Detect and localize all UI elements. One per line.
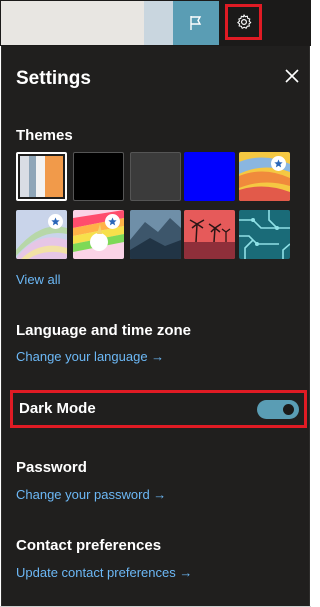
gear-icon xyxy=(236,14,251,29)
theme-sunset-waves[interactable] xyxy=(239,152,290,201)
theme-rainbow-unicorn[interactable] xyxy=(73,210,124,259)
close-button[interactable] xyxy=(282,66,302,86)
update-contact-link[interactable]: Update contact preferences → xyxy=(16,565,192,580)
theme-mountains[interactable] xyxy=(130,210,181,259)
theme-pastel-swirl[interactable] xyxy=(16,210,67,259)
contact-heading: Contact preferences xyxy=(16,537,162,554)
palm-trees-image xyxy=(184,210,235,259)
toggle-knob xyxy=(283,404,294,415)
premium-badge-icon xyxy=(48,214,63,229)
change-password-link[interactable]: Change your password → xyxy=(16,487,166,502)
dark-mode-row: Dark Mode xyxy=(10,390,307,428)
settings-panel: Settings Themes View all Language and ti… xyxy=(1,46,310,606)
themes-heading: Themes xyxy=(16,127,73,144)
dark-mode-toggle[interactable] xyxy=(257,400,299,419)
header-search-area xyxy=(1,1,144,45)
theme-circuit[interactable] xyxy=(239,210,290,259)
view-all-themes-link[interactable]: View all xyxy=(16,272,61,287)
flag-icon xyxy=(190,16,202,30)
top-bar xyxy=(0,0,311,46)
premium-badge-icon xyxy=(271,156,286,171)
theme-black[interactable] xyxy=(73,152,124,201)
theme-dark-gray[interactable] xyxy=(130,152,181,201)
close-icon xyxy=(285,69,299,83)
premium-badge-icon xyxy=(105,214,120,229)
panel-title: Settings xyxy=(16,68,91,89)
circuit-image xyxy=(239,210,290,259)
stripes-pattern xyxy=(20,156,63,197)
change-language-link[interactable]: Change your language → xyxy=(16,349,164,364)
theme-stripes[interactable] xyxy=(16,152,67,201)
language-heading: Language and time zone xyxy=(16,322,192,339)
theme-palm-trees[interactable] xyxy=(184,210,235,259)
password-heading: Password xyxy=(16,459,87,476)
settings-button[interactable] xyxy=(225,4,262,40)
header-divider-area xyxy=(144,1,173,45)
flag-button[interactable] xyxy=(173,1,219,45)
dark-mode-label: Dark Mode xyxy=(19,400,96,417)
theme-blue[interactable] xyxy=(184,152,235,201)
mountains-image xyxy=(130,210,181,259)
